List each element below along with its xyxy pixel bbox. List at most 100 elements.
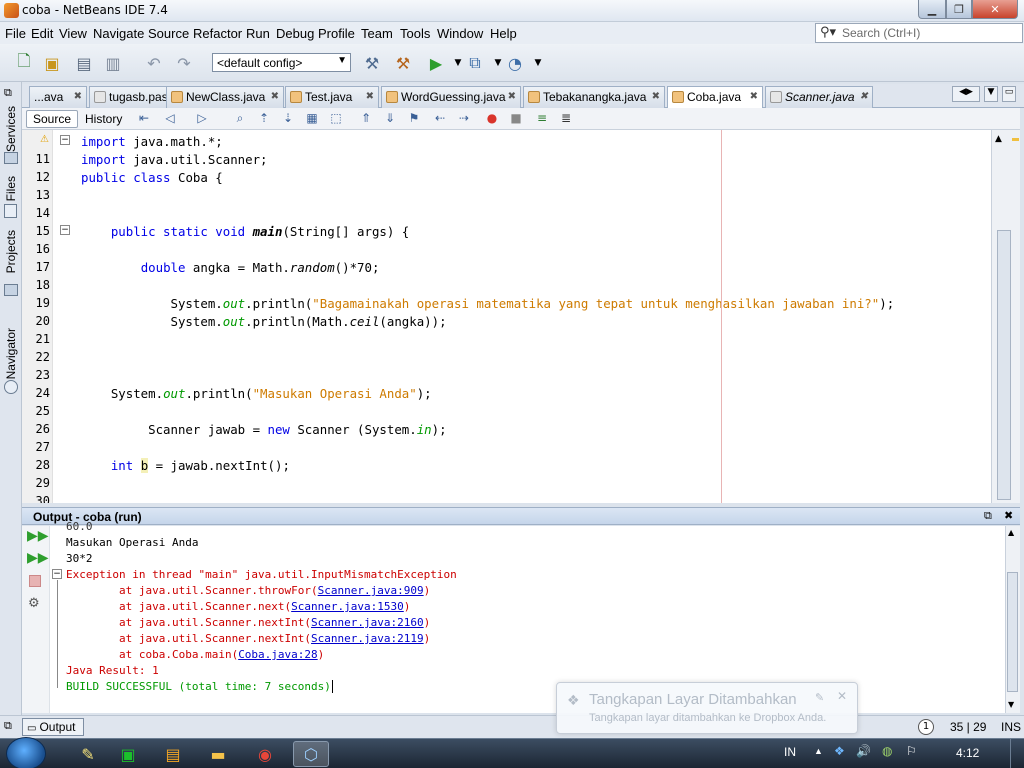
previous-bookmark-icon[interactable]: ⇑ [358,111,374,127]
dropbox-notification[interactable]: ❖ Tangkapan Layar Ditambahkan Tangkapan … [556,682,858,734]
menu-profile[interactable]: Profile [318,26,355,41]
restore-window-icon[interactable]: ⧉ [984,509,992,523]
stack-link[interactable]: Scanner.java:2119 [311,632,424,645]
new-file-icon[interactable]: 🗋 [12,51,36,74]
menu-tools[interactable]: Tools [400,26,430,41]
editor-scrollbar[interactable]: ▲ [991,130,1020,503]
maximize-button[interactable]: ❐ [946,0,972,19]
redo-icon[interactable]: ↷ [172,52,196,74]
maximize-editor-icon[interactable]: ▭ [1002,86,1016,102]
stop-macro-icon[interactable]: ■ [508,111,524,127]
menu-team[interactable]: Team [361,26,393,41]
close-icon[interactable]: ✖ [508,91,516,102]
toggle-highlight-icon[interactable]: ▦ [304,111,320,127]
language-indicator[interactable]: IN [784,745,796,759]
stack-link[interactable]: Coba.java:28 [238,648,317,661]
sidebar-item-navigator[interactable]: Navigator [4,328,18,379]
scroll-up-icon[interactable]: ▲ [1008,528,1014,537]
menu-refactor[interactable]: Refactor [193,26,242,41]
dropbox-tray-icon[interactable]: ❖ [834,744,845,758]
clock[interactable]: 4:12 [956,746,979,760]
rerun-with-params-icon[interactable]: ▶▶ [27,550,49,566]
menu-source[interactable]: Source [148,26,189,41]
tab-scanner[interactable]: Scanner.java ✖ [765,86,873,108]
shift-right-icon[interactable]: ⇢ [456,111,472,127]
warning-hint-icon[interactable]: ⚠ [40,134,52,146]
undo-icon[interactable]: ↶ [142,52,166,74]
volume-icon[interactable]: 🔊 [856,744,871,758]
close-icon[interactable]: ✖ [860,91,868,102]
find-previous-icon[interactable]: ⇡ [256,111,272,127]
close-icon[interactable]: ✕ [837,689,847,703]
pin-icon[interactable]: ✎ [815,691,824,704]
tab-wordguessing[interactable]: WordGuessing.java ✖ [381,86,521,108]
debug-icon[interactable]: ⧉ [463,52,487,74]
close-icon[interactable]: ✖ [271,91,279,102]
settings-icon[interactable]: ⚙ [28,596,40,611]
build-hammer-icon[interactable]: ⚒ [360,52,384,74]
show-desktop-button[interactable] [1010,739,1024,768]
menu-window[interactable]: Window [437,26,483,41]
minimize-button[interactable]: ▁ [918,0,946,19]
network-icon[interactable]: ◍ [882,744,892,758]
tab-tebakanangka[interactable]: Tebakanangka.java ✖ [523,86,665,108]
menu-run[interactable]: Run [246,26,270,41]
tray-expand-icon[interactable]: ▲ [814,746,823,756]
start-macro-icon[interactable]: ● [484,111,500,127]
notification-badge[interactable]: 1 [918,719,934,735]
forward-icon[interactable]: ▷ [194,111,210,127]
menu-edit[interactable]: Edit [31,26,53,41]
uncomment-icon[interactable]: ≣ [558,111,574,127]
restore-window-icon[interactable]: ⧉ [4,719,12,733]
output-scrollbar[interactable]: ▲ ▼ [1005,526,1020,713]
close-button[interactable]: ✕ [972,0,1018,19]
save-all-icon[interactable]: ▥ [101,52,125,74]
fold-collapse-icon[interactable]: − [52,569,62,579]
scroll-up-icon[interactable]: ▲ [995,134,1002,144]
restore-window-icon[interactable]: ⧉ [4,86,12,100]
fold-collapse-icon[interactable]: − [60,225,70,235]
fold-collapse-icon[interactable]: − [60,135,70,145]
clean-build-icon[interactable]: ⚒ [391,52,415,74]
rerun-icon[interactable]: ▶▶ [27,528,49,544]
netbeans-task-icon[interactable]: ⬡ [293,741,329,767]
explorer-task-icon[interactable]: ▬ [200,741,236,767]
run-icon[interactable]: ▶ [424,52,448,74]
scroll-thumb[interactable] [997,230,1011,500]
scroll-down-icon[interactable]: ▼ [1008,700,1014,709]
stack-link[interactable]: Scanner.java:2160 [311,616,424,629]
source-tab[interactable]: Source [26,110,79,128]
open-project-icon[interactable]: ▤ [72,52,96,74]
new-project-icon[interactable]: ▣ [40,52,64,74]
toggle-bookmark-icon[interactable]: ⚑ [406,111,422,127]
action-center-icon[interactable]: ⚐ [906,744,917,758]
close-icon[interactable]: ✖ [652,91,660,102]
output-pane[interactable]: ▶▶ ▶▶ ⚙ − 60.0 Masukan Operasi Anda 30*2… [22,520,1020,713]
chrome-task-icon[interactable]: ◉ [247,741,283,767]
notepad-task-icon[interactable]: ✎ [70,741,106,767]
start-button[interactable] [6,737,46,768]
comment-icon[interactable]: ≡ [534,111,550,127]
close-icon[interactable]: ✖ [74,91,82,102]
menu-debug[interactable]: Debug [276,26,314,41]
find-next-icon[interactable]: ⇣ [280,111,296,127]
find-selection-icon[interactable]: ⌕ [232,111,248,127]
last-edit-icon[interactable]: ⇤ [136,111,152,127]
history-tab[interactable]: History [78,110,129,128]
menu-file[interactable]: File [5,26,26,41]
sidebar-item-files[interactable]: Files [4,176,18,201]
config-select[interactable]: <default config> ▼ [212,53,351,72]
stop-icon[interactable] [29,575,41,587]
sidebar-item-projects[interactable]: Projects [4,230,18,273]
menu-view[interactable]: View [59,26,87,41]
close-icon[interactable]: ✖ [750,91,758,102]
close-icon[interactable]: ✖ [1004,509,1013,522]
tab-coba[interactable]: Coba.java ✖ [667,86,763,109]
menu-navigate[interactable]: Navigate [93,26,144,41]
scroll-thumb[interactable] [1007,572,1018,692]
tab-ava[interactable]: ...ava ✖ [29,86,87,108]
sidebar-item-services[interactable]: Services [4,106,18,152]
tab-test[interactable]: Test.java ✖ [285,86,379,108]
search-input[interactable]: ⚲▾ Search (Ctrl+I) [815,23,1023,43]
line-chat-task-icon[interactable]: ▣ [110,741,146,767]
